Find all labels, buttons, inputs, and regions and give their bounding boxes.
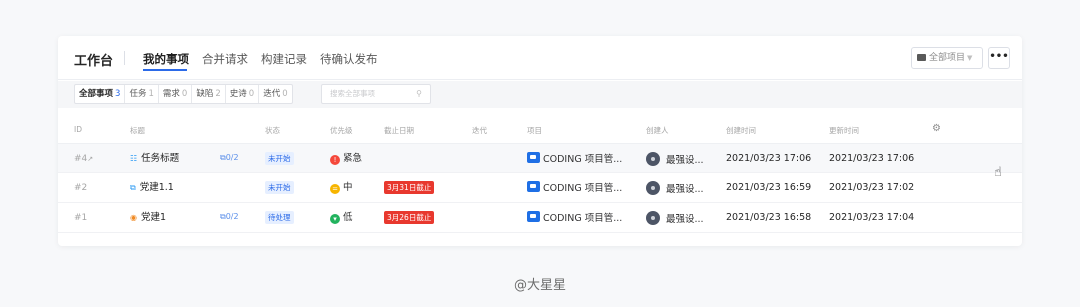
project-cell[interactable]: CODING 项目管... [527,211,622,226]
row-id: #1 [74,213,88,223]
chevron-down-icon: ▼ [967,54,973,62]
creator-cell: 最强设... [646,181,704,197]
defect-icon: ◉ [130,213,137,222]
avatar [646,211,660,225]
status-badge[interactable]: 未开始 [265,181,294,194]
creator-cell: 最强设... [646,211,704,227]
folder-icon [917,54,926,61]
created-time: 2021/03/23 16:58 [726,212,812,223]
project-cell[interactable]: CODING 项目管... [527,152,622,167]
updated-time: 2021/03/23 17:02 [829,182,915,193]
column-header-project[interactable]: 项目 [527,125,542,136]
priority[interactable]: = 中 [330,181,353,195]
divider [124,51,125,65]
avatar [646,181,660,195]
table-row[interactable]: #2 ⧉ 党建1.1 未开始 = 中 3月31日截止 CODING 项目管... 最… [58,173,1022,203]
filter-all[interactable]: 全部事项 3 [75,85,126,103]
priority-low-icon: ▾ [330,214,340,224]
watermark: @大星星 [513,278,566,293]
table-row[interactable]: #1 ◉ 党建1 ⧉0/2 待处理 ▾ 低 3月26日截止 CODING 项目管..… [58,203,1022,233]
deadline-badge[interactable]: 3月26日截止 [384,211,435,224]
filter-task[interactable]: 任务 1 [125,85,159,103]
column-header-status[interactable]: 状态 [265,125,280,136]
tab-pending-release[interactable]: 待确认发布 [320,51,378,67]
project-icon [527,152,540,163]
subtask-count: ⧉0/2 [220,153,239,162]
page-title: 工作台 [74,54,114,69]
column-header-iteration[interactable]: 迭代 [472,125,487,136]
project-cell[interactable]: CODING 项目管... [527,181,622,196]
filter-iteration[interactable]: 迭代 0 [259,85,291,103]
column-header-deadline[interactable]: 截止日期 [384,125,414,136]
row-id: #2 [74,183,88,193]
requirement-icon: ⧉ [130,183,136,192]
updated-time: 2021/03/23 17:04 [829,212,915,223]
tab-merge-requests[interactable]: 合并请求 [202,51,248,67]
column-header-updated[interactable]: 更新时间 [829,125,859,136]
filter-requirement[interactable]: 需求 0 [159,85,193,103]
tab-build-records[interactable]: 构建记录 [261,51,307,67]
priority-medium-icon: = [330,184,340,194]
hand-cursor-icon: ☝ [994,165,1002,180]
search-icon: ⚲ [416,89,422,98]
project-select-label: 全部项目 [929,53,966,63]
priority-urgent-icon: ! [330,155,340,165]
deadline-badge[interactable]: 3月31日截止 [384,181,435,194]
filter-epic[interactable]: 史诗 0 [226,85,260,103]
updated-time: 2021/03/23 17:06 [829,153,915,164]
gear-icon[interactable]: ⚙ [932,123,941,134]
avatar [646,152,660,166]
column-header-created[interactable]: 创建时间 [726,125,756,136]
workbench-card: 工作台 我的事项 合并请求 构建记录 待确认发布 全部项目 ▼ ••• 全部事项 3… [58,36,1022,246]
type-filter-group: 全部事项 3 任务 1 需求 0 缺陷 2 史诗 0 迭代 0 [74,84,293,104]
priority[interactable]: ▾ 低 [330,211,353,225]
row-title[interactable]: ☷ 任务标题 [130,152,179,166]
subtask-count: ⧉0/2 [220,212,239,221]
status-badge[interactable]: 待处理 [265,211,294,224]
search-input[interactable]: 搜索全部事项 ⚲ [321,84,431,104]
column-header-creator[interactable]: 创建人 [646,125,669,136]
priority[interactable]: ! 紧急 [330,152,362,166]
column-header-id[interactable]: ID [74,125,82,134]
status-badge[interactable]: 未开始 [265,152,294,165]
more-button[interactable]: ••• [988,47,1010,69]
active-tab-indicator [143,69,187,71]
header: 工作台 我的事项 合并请求 构建记录 待确认发布 全部项目 ▼ ••• [58,36,1022,80]
task-icon: ☷ [130,154,138,163]
external-link-icon[interactable]: ↗ [87,155,93,163]
project-icon [527,181,540,192]
column-header-title[interactable]: 标题 [130,125,145,136]
row-title[interactable]: ⧉ 党建1.1 [130,181,174,195]
tab-my-items[interactable]: 我的事项 [143,51,189,67]
row-id: #4↗ [74,154,94,164]
table-row[interactable]: #4↗ ☷ 任务标题 ⧉0/2 未开始 ! 紧急 CODING 项目管... 最强设… [58,143,1022,173]
project-icon [527,211,540,222]
row-title[interactable]: ◉ 党建1 [130,211,166,225]
creator-cell: 最强设... [646,152,704,168]
filter-defect[interactable]: 缺陷 2 [192,85,226,103]
search-placeholder: 搜索全部事项 [330,89,375,98]
created-time: 2021/03/23 16:59 [726,182,812,193]
created-time: 2021/03/23 17:06 [726,153,812,164]
project-select[interactable]: 全部项目 ▼ [911,47,983,69]
column-header-priority[interactable]: 优先级 [330,125,353,136]
filter-bar: 全部事项 3 任务 1 需求 0 缺陷 2 史诗 0 迭代 0 搜索全部事项 ⚲ [58,81,1022,108]
